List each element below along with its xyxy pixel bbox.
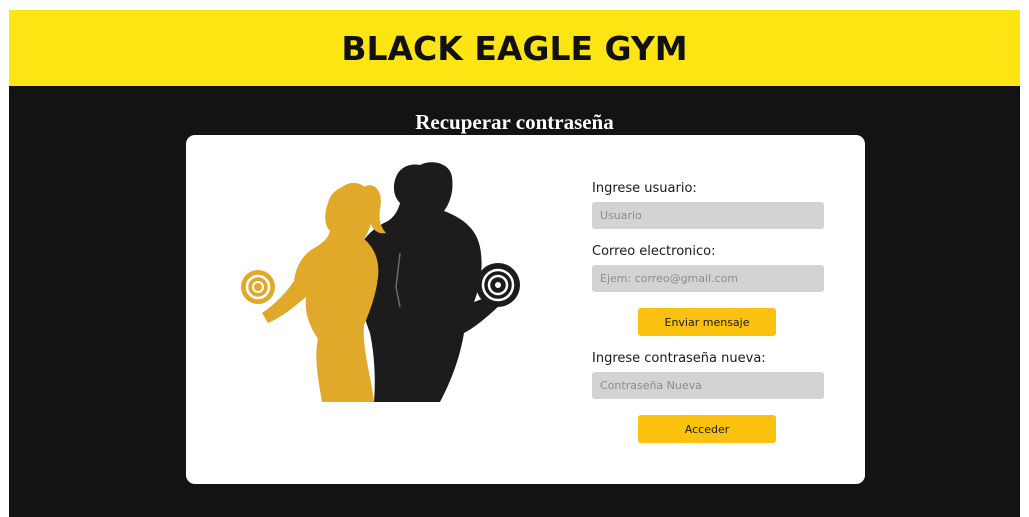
user-input[interactable]: [592, 202, 824, 229]
submit-button[interactable]: Acceder: [638, 415, 776, 443]
header-bar: BLACK EAGLE GYM: [9, 10, 1020, 86]
new-password-label: Ingrese contraseña nueva:: [592, 351, 766, 366]
woman-silhouette-icon: [262, 182, 386, 402]
recovery-card: Ingrese usuario: Correo electronico: Env…: [186, 135, 865, 484]
gym-couple-illustration: [241, 162, 520, 402]
page-frame: BLACK EAGLE GYM Recuperar contraseña Ing…: [9, 10, 1020, 517]
send-message-button[interactable]: Enviar mensaje: [638, 308, 776, 336]
user-label: Ingrese usuario:: [592, 181, 697, 196]
dumbbell-left-icon: [241, 270, 275, 304]
dumbbell-right-icon: [476, 263, 520, 307]
email-input[interactable]: [592, 265, 824, 292]
new-password-input[interactable]: [592, 372, 824, 399]
email-label: Correo electronico:: [592, 244, 716, 259]
site-title: BLACK EAGLE GYM: [341, 28, 688, 68]
page-title: Recuperar contraseña: [415, 110, 614, 134]
